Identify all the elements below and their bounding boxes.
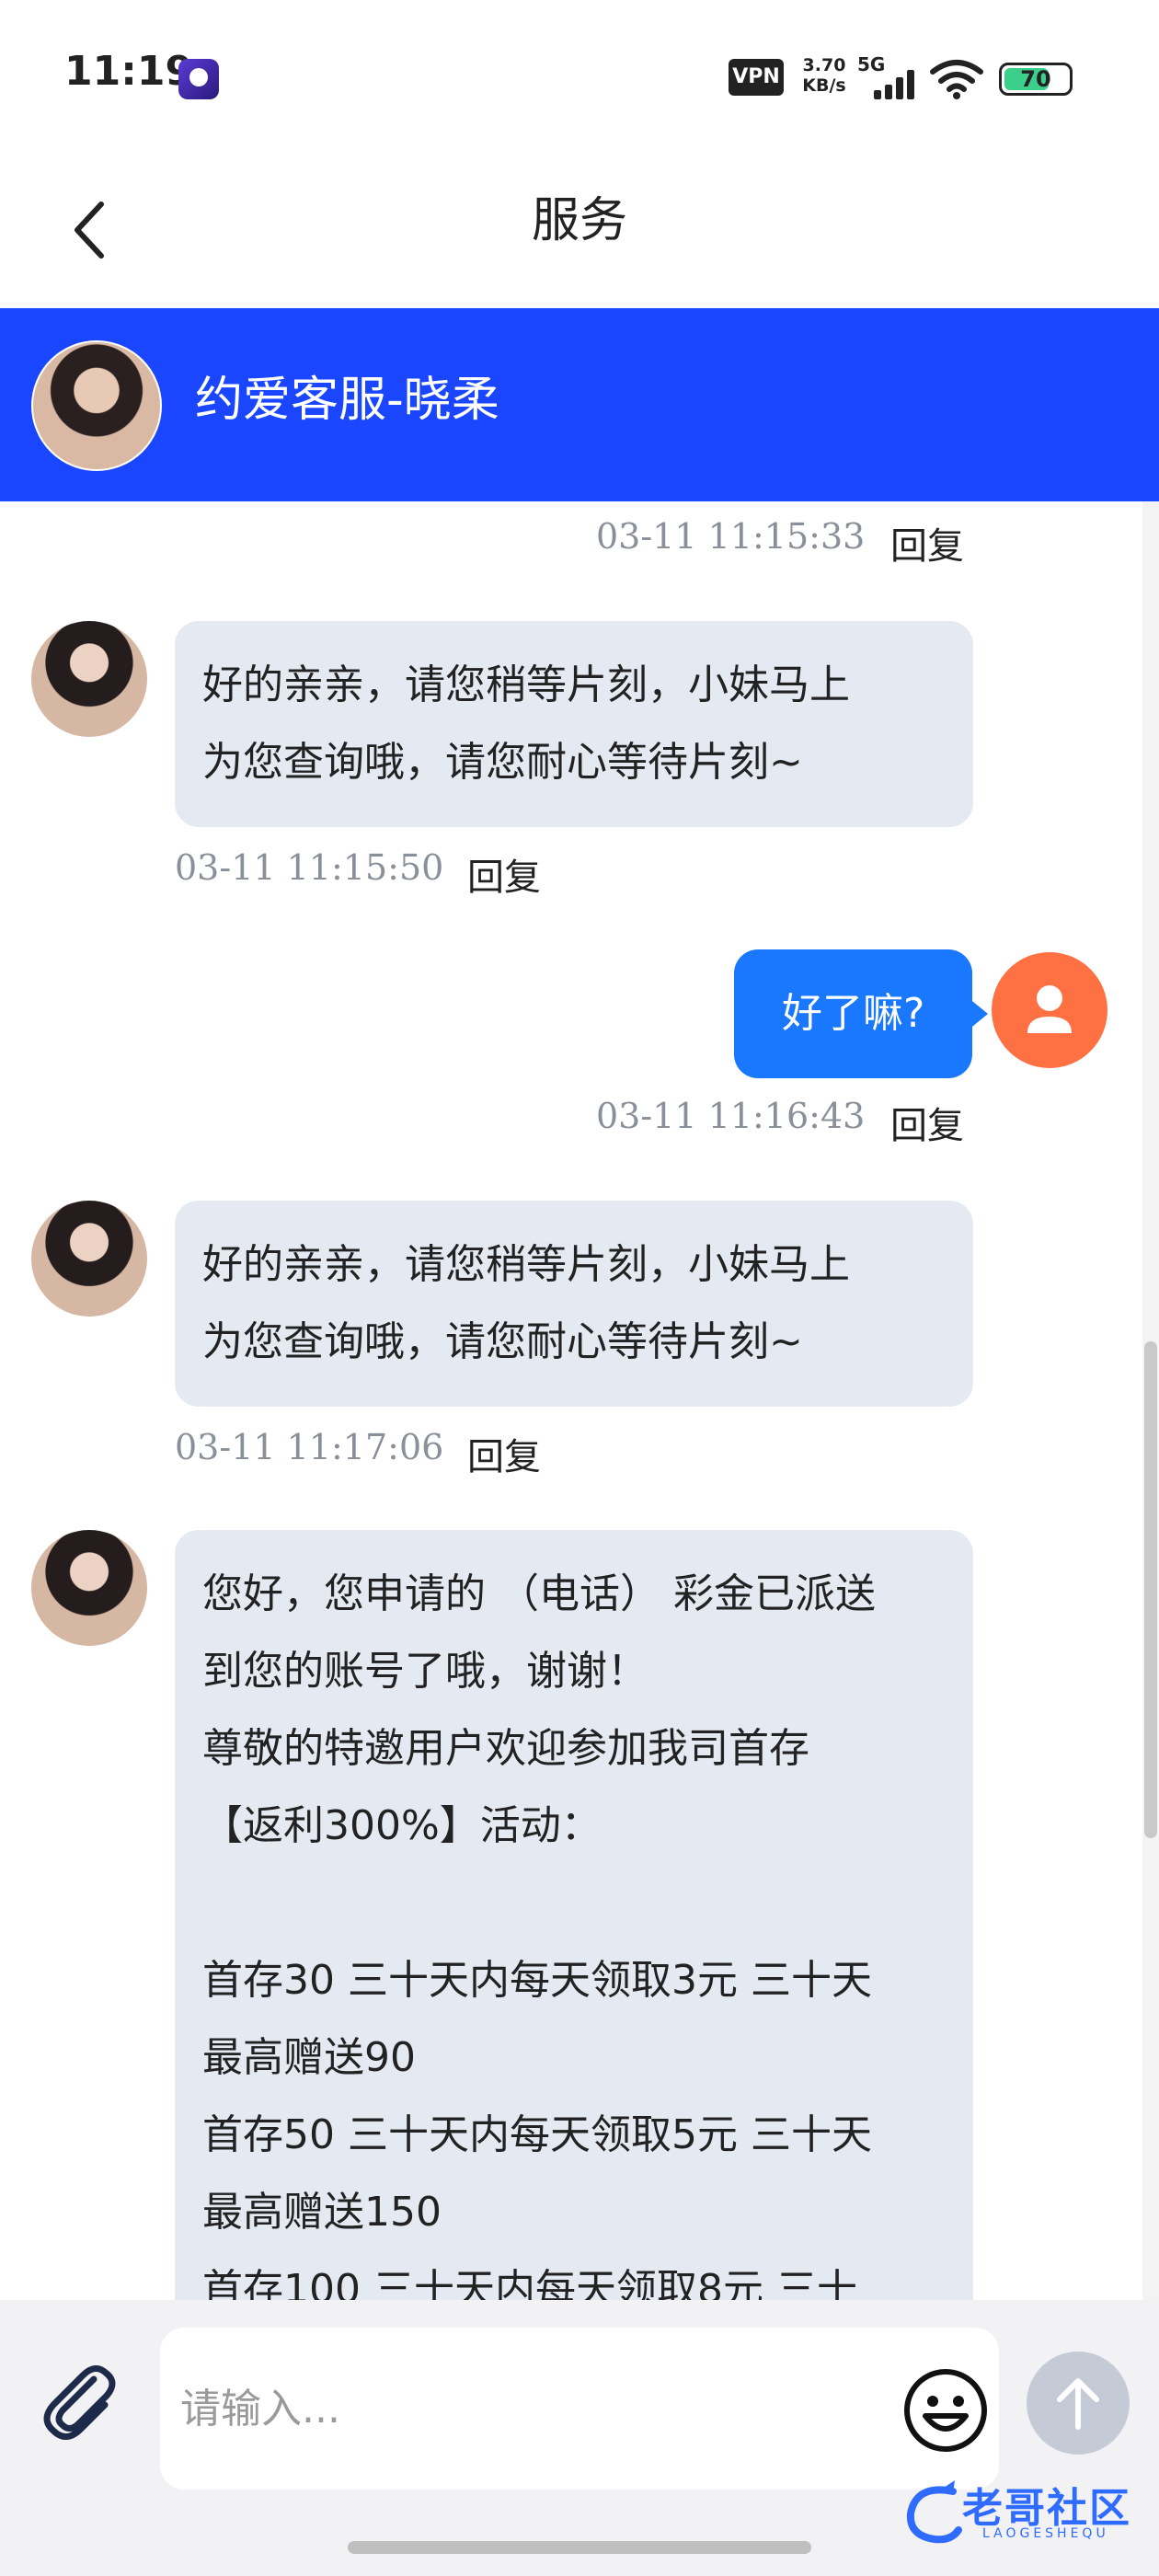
- message-timestamp: 03-11 11:16:43: [596, 1096, 866, 1136]
- message-timestamp: 03-11 11:17:06: [175, 1427, 444, 1467]
- agent-message-bubble: 好的亲亲，请您稍等片刻，小妹马上 为您查询哦，请您耐心等待片刻~: [175, 621, 973, 827]
- arrow-up-icon: [1057, 2378, 1099, 2430]
- message-timestamp: 03-11 11:15:50: [175, 847, 444, 888]
- message-line: 最高赠送150: [202, 2189, 442, 2236]
- agent-name: 约爱客服-晓柔: [195, 373, 499, 428]
- vpn-icon: VPN: [729, 59, 784, 96]
- message-line: 首存50 三十天内每天领取5元 三十天: [202, 2111, 872, 2158]
- message-line: 首存100 三十天内每天领取8元 三十: [202, 2266, 857, 2300]
- network-speed-value: 3.70: [802, 55, 846, 75]
- message-line: 首存30 三十天内每天领取3元 三十天: [202, 1957, 872, 2004]
- page-title: 服务: [531, 193, 627, 248]
- reply-button[interactable]: 回复: [890, 516, 964, 569]
- reply-button[interactable]: 回复: [890, 1096, 964, 1149]
- message-timestamp: 03-11 11:15:33: [596, 516, 866, 557]
- agent-message-avatar: [31, 1530, 147, 1646]
- battery-percent: 70: [1020, 66, 1051, 92]
- watermark-dragon-icon: [906, 2480, 962, 2544]
- chat-message-list[interactable]: 03-11 11:15:33 回复 好的亲亲，请您稍等片刻，小妹马上 为您查询哦…: [0, 501, 1159, 2300]
- message-line: 尊敬的特邀用户欢迎参加我司首存: [202, 1725, 809, 1772]
- message-line: 【返利300%】活动：: [202, 1802, 602, 1849]
- message-text: 好了嘛?: [782, 990, 925, 1037]
- user-avatar: [992, 952, 1107, 1068]
- agent-avatar[interactable]: [31, 340, 162, 471]
- network-speed: 3.70 KB/s: [797, 55, 852, 96]
- nav-bar: 服务: [0, 156, 1159, 308]
- agent-header: 约爱客服-晓柔: [0, 308, 1159, 501]
- message-line: 好的亲亲，请您稍等片刻，小妹马上: [202, 661, 850, 708]
- send-button[interactable]: [1027, 2352, 1130, 2455]
- watermark-text: 老哥社区: [962, 2485, 1131, 2532]
- wifi-icon: [930, 60, 983, 99]
- message-line: 为您查询哦，请您耐心等待片刻~: [202, 739, 803, 786]
- agent-message-bubble: 您好，您申请的 （电话） 彩金已派送 到您的账号了哦，谢谢！ 尊敬的特邀用户欢迎…: [175, 1530, 973, 2300]
- message-line: 好的亲亲，请您稍等片刻，小妹马上: [202, 1241, 850, 1288]
- message-input-bar: 老哥社区 LAOGESHEQU: [0, 2300, 1159, 2576]
- emoji-icon[interactable]: [901, 2366, 990, 2455]
- status-time: 11:19: [64, 48, 194, 95]
- message-line: 到您的账号了哦，谢谢！: [202, 1648, 648, 1695]
- network-speed-unit: KB/s: [802, 75, 846, 96]
- message-input-box[interactable]: [160, 2328, 999, 2490]
- watermark-subtext: LAOGESHEQU: [982, 2526, 1109, 2541]
- cell-signal-icon: [874, 70, 916, 99]
- watermark-logo: 老哥社区 LAOGESHEQU: [898, 2475, 1146, 2558]
- app-notification-icon: [178, 59, 219, 99]
- reply-button[interactable]: 回复: [467, 1427, 541, 1480]
- status-bar: 11:19 VPN 3.70 KB/s 5G 70: [0, 0, 1159, 156]
- back-button[interactable]: [55, 193, 129, 267]
- home-indicator[interactable]: [348, 2541, 811, 2554]
- user-bubble-tail: [968, 997, 988, 1030]
- user-message-bubble: 好了嘛?: [734, 949, 973, 1078]
- agent-message-avatar: [31, 621, 147, 737]
- scrollbar[interactable]: [1142, 501, 1159, 2300]
- message-line: 最高赠送90: [202, 2034, 416, 2081]
- message-line: 为您查询哦，请您耐心等待片刻~: [202, 1318, 803, 1365]
- agent-message-avatar: [31, 1201, 147, 1317]
- attachment-icon[interactable]: [33, 2355, 125, 2447]
- reply-button[interactable]: 回复: [467, 847, 541, 901]
- user-icon: [1027, 985, 1072, 1033]
- message-line: 您好，您申请的 （电话） 彩金已派送: [202, 1570, 876, 1617]
- scrollbar-thumb[interactable]: [1144, 1341, 1157, 1838]
- battery-icon: 70: [999, 63, 1073, 96]
- agent-message-bubble: 好的亲亲，请您稍等片刻，小妹马上 为您查询哦，请您耐心等待片刻~: [175, 1201, 973, 1407]
- message-line: [202, 1865, 946, 1942]
- message-input[interactable]: [178, 2355, 859, 2462]
